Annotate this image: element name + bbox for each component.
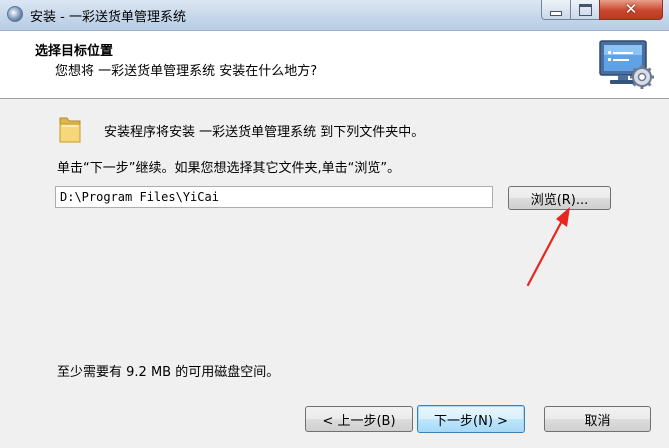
close-button[interactable]: ✕ xyxy=(599,0,663,20)
close-icon: ✕ xyxy=(624,0,638,18)
annotation-arrow-icon xyxy=(526,207,570,287)
disk-space-text: 至少需要有 9.2 MB 的可用磁盘空间。 xyxy=(57,365,280,380)
install-path-input[interactable] xyxy=(55,186,493,208)
instruction-text: 单击“下一步”继续。如果您想选择其它文件夹,单击“浏览”。 xyxy=(57,161,401,176)
cancel-button[interactable]: 取消 xyxy=(544,406,651,432)
folder-icon xyxy=(59,117,81,143)
maximize-icon xyxy=(578,3,592,16)
wizard-header: 选择目标位置 您想将 一彩送货单管理系统 安装在什么地方? xyxy=(0,31,669,99)
window-title: 安装 - 一彩送货单管理系统 xyxy=(30,10,186,25)
page-subtitle: 您想将 一彩送货单管理系统 安装在什么地方? xyxy=(55,64,318,79)
installer-disc-icon xyxy=(7,6,23,22)
install-intro-text: 安装程序将安装 一彩送货单管理系统 到下列文件夹中。 xyxy=(104,125,425,140)
wizard-computer-gear-icon xyxy=(599,40,654,89)
minimize-button[interactable] xyxy=(541,0,571,20)
minimize-icon xyxy=(550,11,562,16)
title-bar[interactable]: 安装 - 一彩送货单管理系统 ✕ xyxy=(0,0,669,31)
maximize-button[interactable] xyxy=(570,0,600,20)
back-button[interactable]: < 上一步(B) xyxy=(305,406,413,432)
next-button[interactable]: 下一步(N) > xyxy=(417,405,525,433)
page-title: 选择目标位置 xyxy=(35,44,114,59)
